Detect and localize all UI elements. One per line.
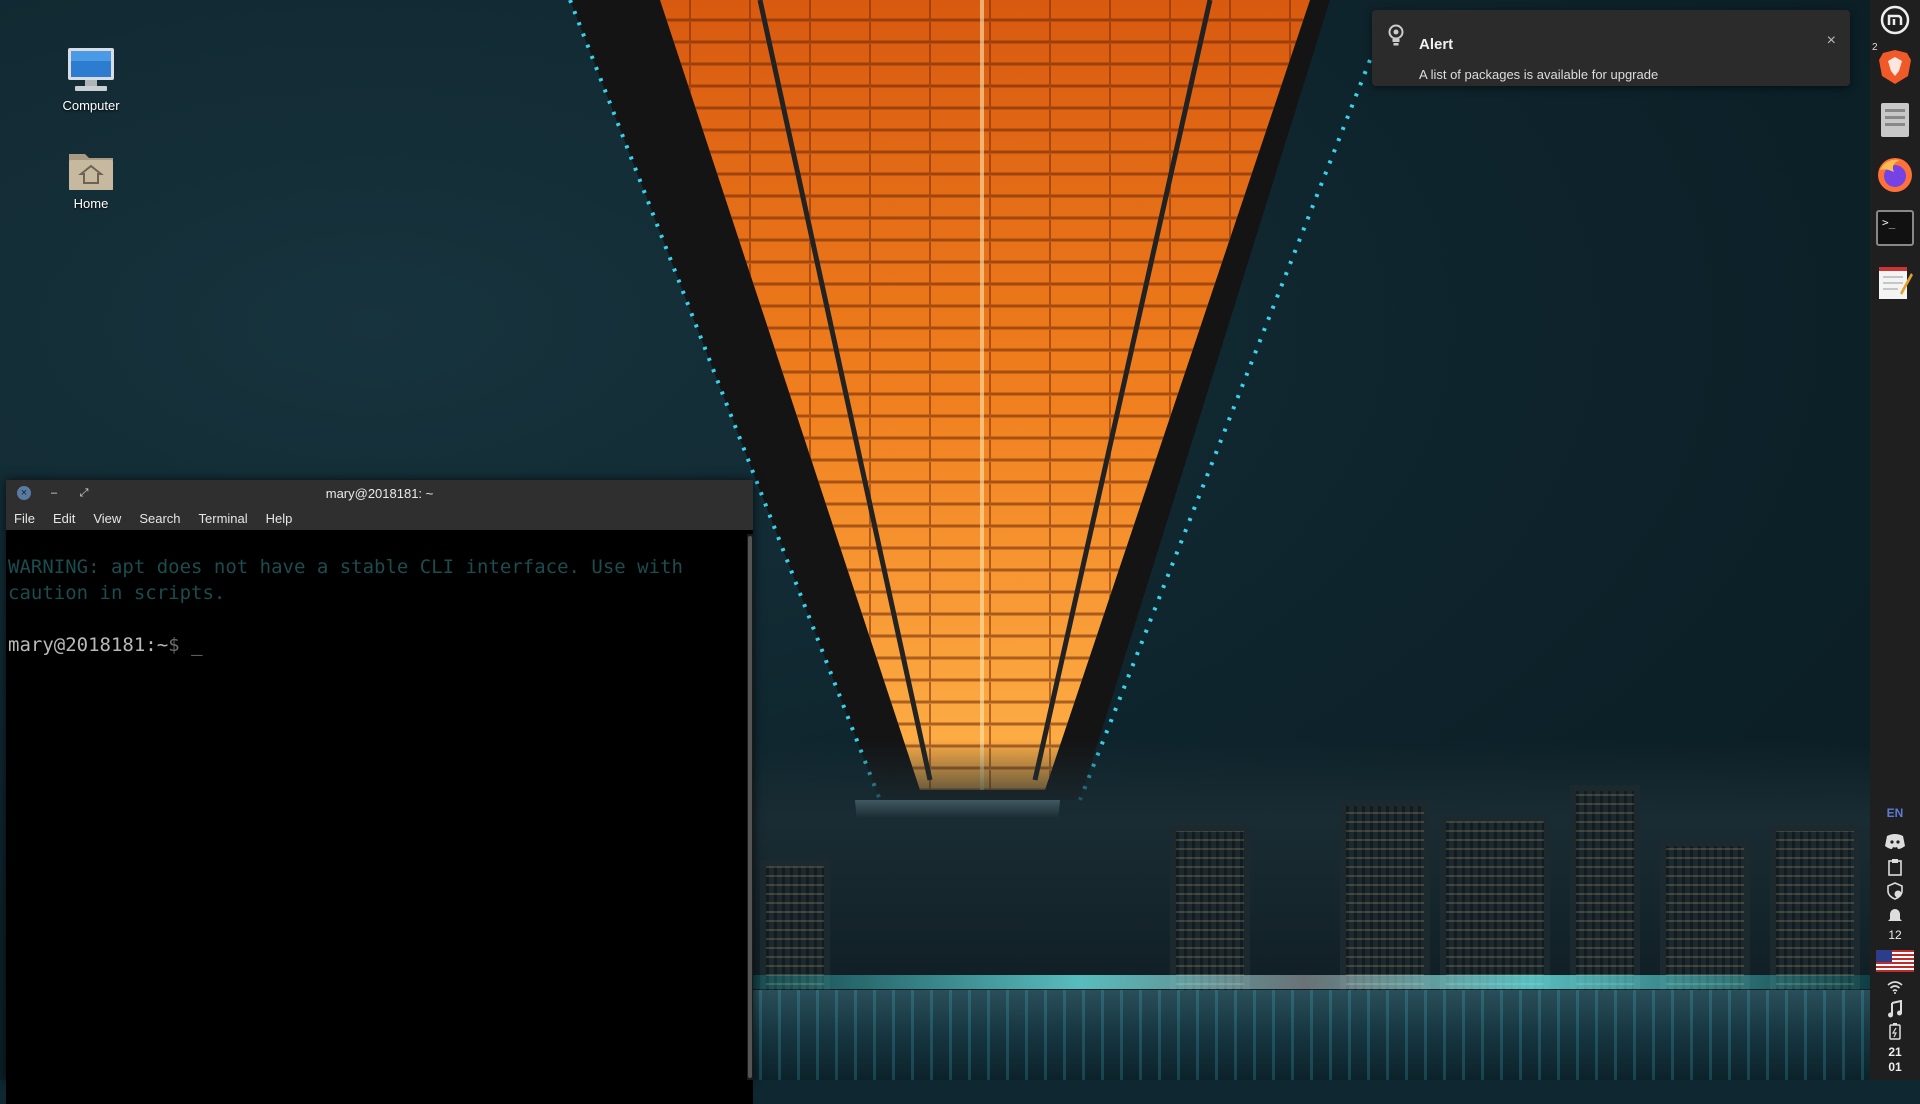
panel-clock[interactable]: 21 01	[1870, 1045, 1920, 1075]
city-skyline	[740, 740, 1870, 1000]
shell-prompt: mary@2018181:~$ _	[8, 632, 753, 658]
text-cursor: _	[191, 634, 203, 656]
discord-icon[interactable]	[1870, 833, 1920, 852]
lightbulb-icon	[1388, 24, 1404, 46]
menu-view[interactable]: View	[93, 511, 121, 526]
menu-edit[interactable]: Edit	[53, 511, 75, 526]
wifi-icon[interactable]	[1870, 980, 1920, 997]
prompt-path: :~	[145, 634, 169, 656]
clipboard-icon[interactable]	[1870, 858, 1920, 879]
battery-icon[interactable]	[1870, 1022, 1920, 1043]
apt-warning-text: WARNING: apt does not have a stable CLI …	[8, 556, 695, 604]
computer-icon	[68, 48, 114, 91]
terminal-titlebar[interactable]: × – ⤢ mary@2018181: ~	[6, 480, 753, 506]
text-editor-icon[interactable]	[1875, 262, 1915, 302]
file-manager-icon[interactable]	[1875, 100, 1915, 140]
notification-count: 12	[1888, 928, 1902, 942]
music-icon[interactable]	[1870, 999, 1920, 1021]
clock-minute: 01	[1888, 1060, 1902, 1074]
prompt-symbol: $	[168, 634, 180, 656]
menu-help[interactable]: Help	[266, 511, 293, 526]
desktop-icon-computer[interactable]: Computer	[41, 46, 141, 115]
notification-popup[interactable]: Alert A list of packages is available fo…	[1372, 10, 1850, 86]
terminal-icon[interactable]: >_	[1875, 208, 1915, 248]
menu-search[interactable]: Search	[139, 511, 180, 526]
shoreline-lights	[740, 975, 1870, 989]
notification-body: A list of packages is available for upgr…	[1419, 67, 1659, 82]
terminal-menubar: File Edit View Search Terminal Help	[6, 506, 753, 530]
clock-hour: 21	[1888, 1045, 1902, 1059]
menu-file[interactable]: File	[14, 511, 35, 526]
side-panel: 2 >_ EN 12 21 01	[1870, 0, 1920, 1080]
brave-badge: 2	[1872, 42, 1878, 53]
river-reflection	[740, 990, 1870, 1080]
notification-title: Alert	[1419, 36, 1454, 53]
brave-browser-icon[interactable]: 2	[1872, 42, 1915, 87]
notification-close-button[interactable]: ×	[1827, 32, 1836, 50]
menu-terminal[interactable]: Terminal	[199, 511, 248, 526]
terminal-scrollbar[interactable]	[747, 534, 753, 1080]
mint-menu-icon[interactable]	[1875, 0, 1915, 40]
window-title: mary@2018181: ~	[325, 486, 434, 501]
scrollbar-thumb[interactable]	[748, 536, 752, 1078]
home-folder-icon	[69, 154, 113, 190]
svg-text:>_: >_	[1882, 216, 1896, 229]
terminal-window[interactable]: × – ⤢ mary@2018181: ~ File Edit View Sea…	[6, 480, 753, 1104]
prompt-user: mary@2018181	[8, 634, 146, 656]
desktop-icon-label: Computer	[62, 98, 120, 113]
shield-update-icon[interactable]	[1870, 882, 1920, 903]
terminal-output[interactable]: WARNING: apt does not have a stable CLI …	[6, 530, 753, 1104]
desktop-icon-home[interactable]: Home	[41, 148, 141, 213]
keyboard-layout-indicator[interactable]: EN	[1870, 806, 1920, 820]
us-flag-icon[interactable]	[1870, 950, 1920, 975]
desktop-icon-label: Home	[73, 196, 109, 211]
notification-bell-icon[interactable]	[1870, 906, 1920, 927]
firefox-icon[interactable]	[1875, 155, 1915, 195]
